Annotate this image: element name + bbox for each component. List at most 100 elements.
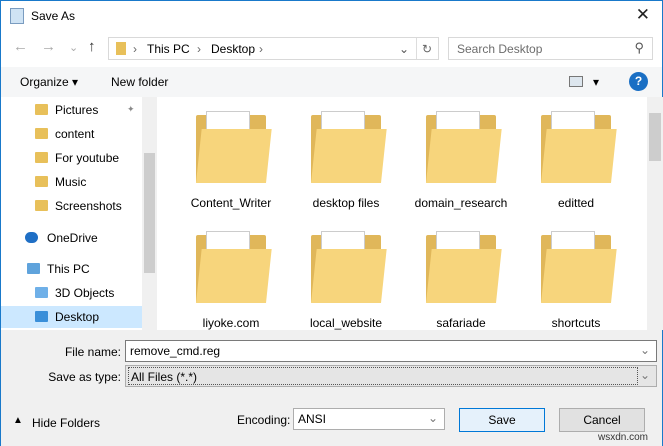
sidebar-item-label: For youtube: [55, 151, 120, 165]
sidebar-item-label: Screenshots: [55, 199, 122, 213]
file-list: Content_Writer desktop files domain_resear…: [161, 97, 647, 330]
back-button[interactable]: ←: [13, 38, 28, 55]
address-bar[interactable]: › This PC › Desktop › ⌄ ↻: [108, 37, 439, 60]
cloud-icon: [25, 232, 38, 243]
folder-name: Content_Writer: [190, 196, 272, 210]
chevron-down-icon[interactable]: ⌄: [640, 368, 650, 382]
folder-item[interactable]: desktop files: [291, 111, 401, 221]
encoding-select[interactable]: ANSI ⌄: [293, 408, 445, 430]
notepad-icon: [10, 8, 24, 24]
watermark: wsxdn.com: [598, 432, 649, 443]
pin-icon[interactable]: ✦: [127, 104, 135, 115]
sidebar-scrollbar[interactable]: [142, 97, 157, 330]
3d-objects-icon: [35, 287, 48, 298]
sidebar-item-onedrive[interactable]: OneDrive: [1, 227, 142, 249]
title-bar: Save As ✕: [1, 1, 662, 31]
help-button[interactable]: ?: [629, 72, 648, 91]
scrollbar-thumb[interactable]: [649, 113, 661, 161]
search-icon[interactable]: ⚲: [634, 40, 644, 56]
save-button[interactable]: Save: [459, 408, 545, 432]
folder-item[interactable]: shortcuts: [521, 231, 631, 330]
sidebar-item-label: This PC: [47, 262, 90, 276]
sidebar-item-pictures[interactable]: Pictures ✦: [1, 99, 142, 121]
view-icon[interactable]: [569, 76, 583, 87]
save-as-dialog: Save As ✕ ← → ⌄ ↑ › This PC › Desktop › …: [0, 0, 663, 446]
search-input[interactable]: Search Desktop ⚲: [448, 37, 653, 60]
folder-icon: [196, 231, 272, 303]
breadcrumb-separator[interactable]: ›: [259, 42, 263, 56]
address-dropdown-icon[interactable]: ⌄: [399, 42, 409, 56]
chevron-down-icon[interactable]: ⌄: [640, 343, 650, 357]
save-as-type-value: All Files (*.*): [128, 367, 638, 385]
content-scrollbar[interactable]: [647, 97, 663, 330]
cancel-button[interactable]: Cancel: [559, 408, 645, 432]
save-as-type-select[interactable]: All Files (*.*) ⌄: [125, 365, 657, 387]
sidebar-item-label: content: [55, 127, 95, 141]
encoding-label: Encoding:: [237, 413, 291, 427]
sidebar-item-screenshots[interactable]: Screenshots: [1, 195, 142, 217]
folder-item[interactable]: Content_Writer: [176, 111, 286, 221]
sidebar-item-content[interactable]: content: [1, 123, 142, 145]
hide-folders-button[interactable]: Hide Folders: [32, 416, 100, 430]
folder-name: liyoke.com: [202, 316, 260, 330]
sidebar-item-label: Pictures: [55, 103, 99, 117]
divider: [416, 38, 417, 59]
window-title: Save As: [31, 9, 76, 23]
folder-name: desktop files: [312, 196, 380, 210]
organize-button[interactable]: Organize ▾: [20, 75, 78, 89]
folder-icon: [311, 111, 387, 183]
forward-button[interactable]: →: [41, 38, 56, 55]
toolbar: Organize ▾ New folder ▾ ?: [1, 67, 662, 97]
sidebar-item-this-pc[interactable]: This PC: [1, 258, 142, 280]
folder-name: shortcuts: [551, 316, 601, 330]
breadcrumb-this-pc[interactable]: This PC: [147, 42, 190, 56]
folder-name: local_website: [309, 316, 383, 330]
up-button[interactable]: ↑: [88, 38, 96, 55]
folder-item[interactable]: liyoke.com: [176, 231, 286, 330]
folder-name: safariade: [436, 316, 486, 330]
breadcrumb-desktop[interactable]: Desktop: [211, 42, 255, 56]
navigation-pane: Pictures ✦ content For youtube Music Scre…: [1, 97, 157, 330]
chevron-down-icon[interactable]: ⌄: [428, 411, 438, 425]
sidebar-item-desktop[interactable]: Desktop: [1, 306, 142, 328]
file-name-value: remove_cmd.reg: [130, 344, 221, 358]
folder-icon: [426, 231, 502, 303]
sidebar-item-for-youtube[interactable]: For youtube: [1, 147, 142, 169]
desktop-icon: [35, 311, 48, 322]
folder-icon: [35, 200, 48, 211]
refresh-button[interactable]: ↻: [422, 42, 432, 56]
folder-item[interactable]: domain_research: [406, 111, 516, 221]
folder-icon: [35, 128, 48, 139]
recent-locations-button[interactable]: ⌄: [69, 41, 78, 54]
breadcrumb-separator: ›: [197, 42, 201, 56]
folder-icon: [311, 231, 387, 303]
folder-item[interactable]: safariade: [406, 231, 516, 330]
folder-icon: [541, 111, 617, 183]
folder-item[interactable]: editted: [521, 111, 631, 221]
folder-icon: [35, 176, 48, 187]
close-button[interactable]: ✕: [636, 5, 650, 25]
chevron-up-icon[interactable]: ▲: [13, 415, 23, 426]
folder-icon: [426, 111, 502, 183]
sidebar-item-music[interactable]: Music: [1, 171, 142, 193]
view-dropdown[interactable]: ▾: [593, 75, 599, 89]
this-pc-icon: [116, 42, 126, 55]
search-placeholder: Search Desktop: [457, 42, 543, 56]
folder-name: editted: [557, 196, 595, 210]
folder-icon: [35, 152, 48, 163]
folder-icon: [196, 111, 272, 183]
sidebar-item-label: 3D Objects: [55, 286, 115, 300]
folder-name: domain_research: [414, 196, 508, 210]
folder-item[interactable]: local_website: [291, 231, 401, 330]
encoding-value: ANSI: [298, 412, 327, 426]
sidebar-item-3d-objects[interactable]: 3D Objects: [1, 282, 142, 304]
sidebar-item-label: Desktop: [55, 310, 100, 324]
new-folder-button[interactable]: New folder: [111, 75, 168, 89]
computer-icon: [27, 263, 40, 274]
folder-icon: [541, 231, 617, 303]
file-name-label: File name:: [64, 345, 121, 359]
sidebar-item-label: OneDrive: [47, 231, 98, 245]
file-name-input[interactable]: remove_cmd.reg ⌄: [125, 340, 657, 362]
folder-icon: [35, 104, 48, 115]
scrollbar-thumb[interactable]: [144, 153, 155, 273]
